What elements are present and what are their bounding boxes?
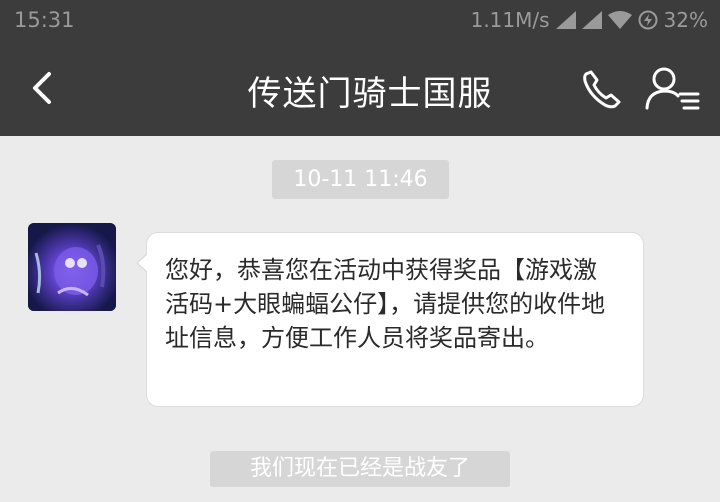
avatar[interactable]	[28, 223, 116, 311]
wifi-icon	[607, 11, 632, 29]
message-timestamp: 10-11 11:46	[272, 160, 449, 199]
status-time: 15:31	[14, 8, 75, 32]
status-indicators: 1.11M/s 32%	[471, 8, 708, 32]
avatar-image	[28, 223, 116, 311]
phone-icon[interactable]	[578, 66, 628, 112]
status-bar: 15:31 1.11M/s 32%	[0, 0, 720, 42]
network-speed: 1.11M/s	[470, 8, 550, 32]
title-bar: 传送门骑士国服	[0, 42, 720, 136]
battery-level: 32%	[663, 8, 708, 32]
message-text: 您好，恭喜您在活动中获得奖品【游戏激活码+大眼蝙蝠公仔】，请提供您的收件地址信息…	[165, 256, 606, 352]
battery-saver-icon	[638, 10, 658, 30]
signal-icon	[555, 11, 576, 29]
signal-icon	[581, 11, 602, 29]
system-notice: 我们现在已经是战友了	[210, 451, 510, 487]
contact-profile-icon[interactable]	[644, 66, 702, 112]
message-bubble[interactable]: 您好，恭喜您在活动中获得奖品【游戏激活码+大眼蝙蝠公仔】，请提供您的收件地址信息…	[136, 232, 644, 407]
